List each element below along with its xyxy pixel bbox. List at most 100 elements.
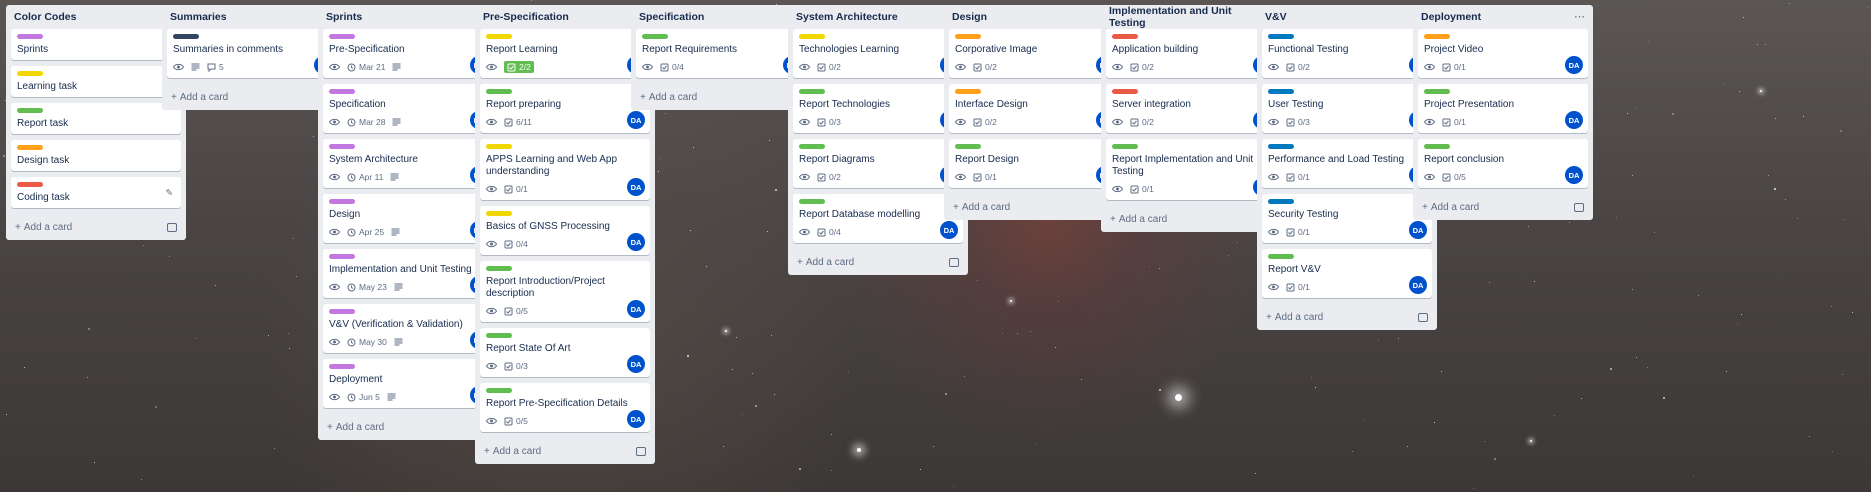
card-label[interactable] [1268, 34, 1294, 39]
card[interactable]: Learning task [11, 66, 181, 97]
card-label[interactable] [329, 89, 355, 94]
card-label[interactable] [486, 388, 512, 393]
list-title[interactable]: V&V [1265, 11, 1287, 23]
card[interactable]: V&V (Verification & Validation)May 30DA [323, 304, 493, 353]
list-title[interactable]: Implementation and Unit Testing [1109, 5, 1262, 29]
edit-pencil-icon[interactable]: ✎ [165, 187, 173, 198]
card-template-icon[interactable] [167, 222, 177, 232]
card-label[interactable] [329, 254, 355, 259]
card[interactable]: Performance and Load Testing0/1DA [1262, 139, 1432, 188]
card-label[interactable] [329, 309, 355, 314]
member-avatar[interactable]: DA [1409, 221, 1427, 239]
card[interactable]: Report conclusion 0/5 DA [1418, 139, 1588, 188]
card-label[interactable] [799, 144, 825, 149]
card-label[interactable] [329, 364, 355, 369]
card[interactable]: Implementation and Unit TestingMay 23DA [323, 249, 493, 298]
add-card-button[interactable]: + Add a card [797, 257, 854, 268]
card-label[interactable] [329, 34, 355, 39]
add-card-button[interactable]: + Add a card [484, 446, 541, 457]
card[interactable]: Report Database modelling 0/4 DA [793, 194, 963, 243]
card-label[interactable] [329, 144, 355, 149]
list-title[interactable]: Design [952, 11, 987, 23]
card-label[interactable] [955, 89, 981, 94]
card[interactable]: System ArchitectureApr 11DA [323, 139, 493, 188]
card-label[interactable] [486, 211, 512, 216]
list-title[interactable]: Sprints [326, 11, 362, 23]
card-label[interactable] [1112, 89, 1138, 94]
card[interactable]: Report Implementation and Unit Testing 0/… [1106, 139, 1276, 200]
card-label[interactable] [799, 89, 825, 94]
card[interactable]: Corporative Image0/2DA [949, 29, 1119, 78]
list-title[interactable]: Deployment [1421, 11, 1481, 23]
card-label[interactable] [173, 34, 199, 39]
card[interactable]: Pre-SpecificationMar 21DA [323, 29, 493, 78]
card-label[interactable] [1268, 144, 1294, 149]
card-template-icon[interactable] [1418, 312, 1428, 322]
card-label[interactable] [486, 333, 512, 338]
card-label[interactable] [1424, 34, 1450, 39]
list-title[interactable]: Color Codes [14, 11, 76, 23]
card[interactable]: Report Pre-Specification Details 0/5 DA [480, 383, 650, 432]
card[interactable]: DeploymentJun 5DA [323, 359, 493, 408]
member-avatar[interactable]: DA [627, 355, 645, 373]
card[interactable]: APPS Learning and Web App understanding 0… [480, 139, 650, 200]
card-label[interactable] [17, 108, 43, 113]
list-title[interactable]: System Architecture [796, 11, 898, 23]
add-card-button[interactable]: + Add a card [171, 92, 228, 103]
card-label[interactable] [486, 144, 512, 149]
list-title[interactable]: Pre-Specification [483, 11, 569, 23]
member-avatar[interactable]: DA [1565, 111, 1583, 129]
card-label[interactable] [486, 89, 512, 94]
card[interactable]: User Testing0/3DA [1262, 84, 1432, 133]
card[interactable]: SpecificationMar 28DA [323, 84, 493, 133]
member-avatar[interactable]: DA [1565, 56, 1583, 74]
card-label[interactable] [1268, 254, 1294, 259]
card[interactable]: Report State Of Art 0/3 DA [480, 328, 650, 377]
member-avatar[interactable]: DA [1565, 166, 1583, 184]
card-label[interactable] [1424, 144, 1450, 149]
add-card-button[interactable]: + Add a card [1110, 214, 1167, 225]
card-label[interactable] [799, 199, 825, 204]
card-label[interactable] [1112, 144, 1138, 149]
card-label[interactable] [1112, 34, 1138, 39]
add-card-button[interactable]: + Add a card [640, 92, 697, 103]
card[interactable]: Report preparing 6/11 DA [480, 84, 650, 133]
card-label[interactable] [1268, 199, 1294, 204]
card[interactable]: Report V&V 0/1 DA [1262, 249, 1432, 298]
card-label[interactable] [17, 182, 43, 187]
member-avatar[interactable]: DA [627, 300, 645, 318]
card[interactable]: Report Diagrams0/2DA [793, 139, 963, 188]
card[interactable]: Server integration0/2DA [1106, 84, 1276, 133]
card[interactable]: Application building0/2DA [1106, 29, 1276, 78]
card[interactable]: Sprints [11, 29, 181, 60]
card[interactable]: Security Testing 0/1 DA [1262, 194, 1432, 243]
card-label[interactable] [642, 34, 668, 39]
member-avatar[interactable]: DA [627, 178, 645, 196]
card[interactable]: Coding task ✎ [11, 177, 181, 208]
card-label[interactable] [17, 71, 43, 76]
card[interactable]: Report Introduction/Project description 0… [480, 261, 650, 322]
card[interactable]: Report task [11, 103, 181, 134]
card[interactable]: Summaries in comments5DA [167, 29, 337, 78]
member-avatar[interactable]: DA [940, 221, 958, 239]
card[interactable]: DesignApr 25DA [323, 194, 493, 243]
card-template-icon[interactable] [1574, 202, 1584, 212]
card[interactable]: Report Design0/1DA [949, 139, 1119, 188]
card-label[interactable] [486, 34, 512, 39]
add-card-button[interactable]: + Add a card [327, 422, 384, 433]
member-avatar[interactable]: DA [627, 410, 645, 428]
card[interactable]: Design task [11, 140, 181, 171]
card[interactable]: Basics of GNSS Processing 0/4 DA [480, 206, 650, 255]
card-label[interactable] [17, 145, 43, 150]
card[interactable]: Interface Design0/2DA [949, 84, 1119, 133]
add-card-button[interactable]: + Add a card [1422, 202, 1479, 213]
add-card-button[interactable]: + Add a card [15, 222, 72, 233]
card[interactable]: Project Video 0/1 DA [1418, 29, 1588, 78]
card[interactable]: Functional Testing0/2DA [1262, 29, 1432, 78]
add-card-button[interactable]: + Add a card [953, 202, 1010, 213]
card[interactable]: Technologies Learning0/2DA [793, 29, 963, 78]
member-avatar[interactable]: DA [1409, 276, 1427, 294]
card-label[interactable] [329, 199, 355, 204]
card-label[interactable] [486, 266, 512, 271]
card-label[interactable] [1268, 89, 1294, 94]
